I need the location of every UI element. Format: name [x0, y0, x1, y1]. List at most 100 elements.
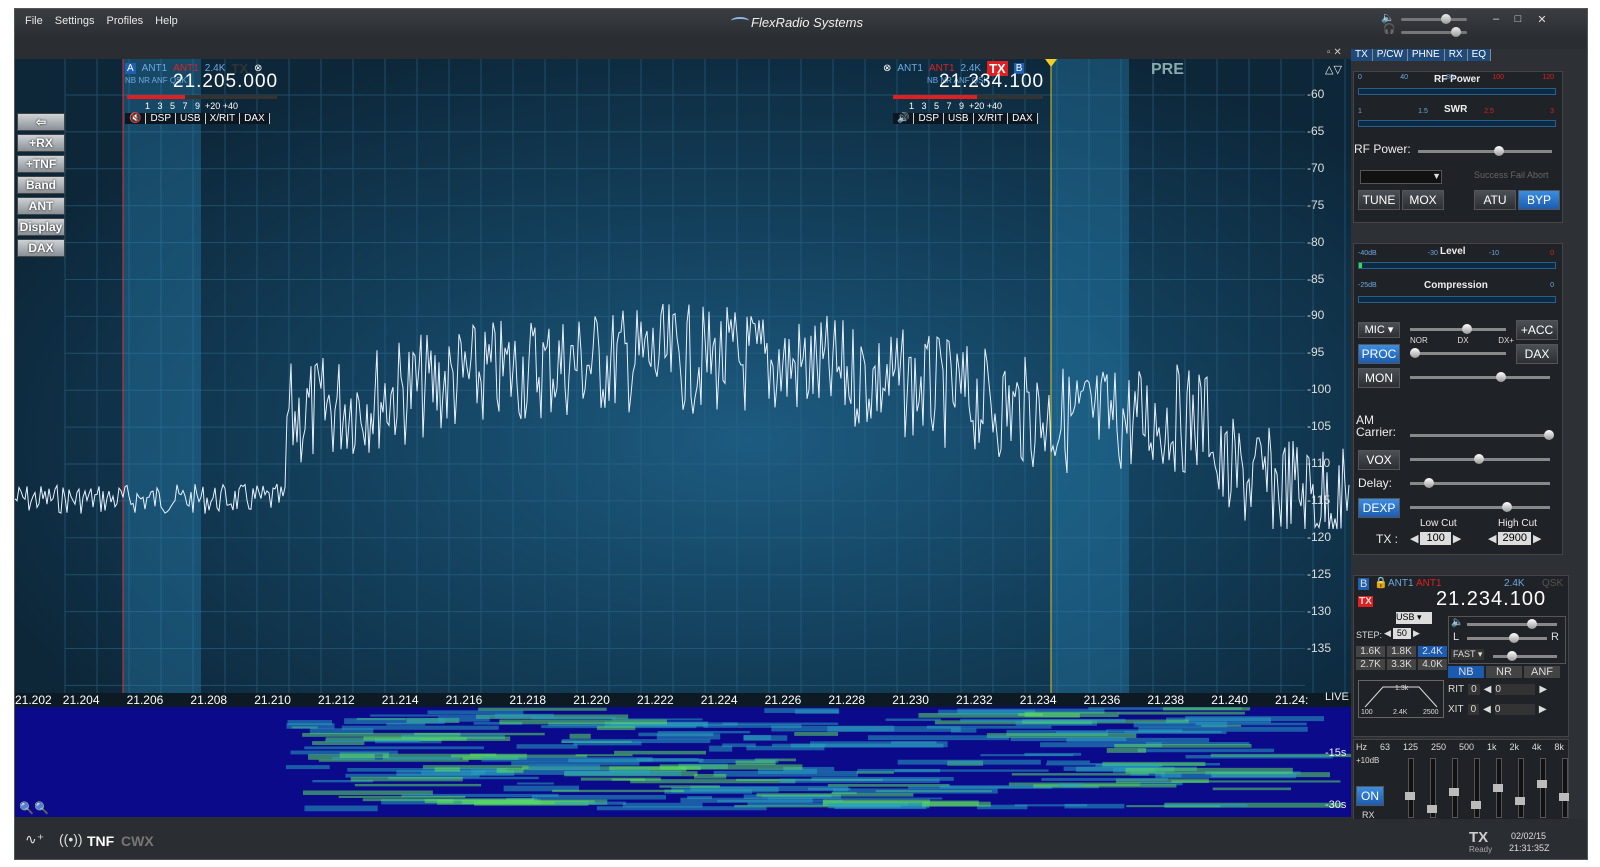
db-scale-label[interactable]: -75 [1307, 198, 1324, 212]
xit-offset[interactable]: 0 [1494, 704, 1535, 715]
add-tnf-button[interactable]: +TNF [17, 155, 65, 173]
slice-b-volume-icon[interactable]: 🔊 [893, 113, 915, 124]
zoom-icons[interactable]: 🔍🔍 [19, 801, 49, 815]
eq-band-slider[interactable] [1515, 758, 1525, 818]
db-scale-label[interactable]: -135 [1307, 641, 1331, 655]
slice-b-frequency[interactable]: 21.234.100 [939, 71, 1044, 93]
rx-filter-2-7k[interactable]: 2.7K [1356, 659, 1385, 670]
dax-tx-button[interactable]: DAX [1516, 344, 1558, 364]
db-scale-label[interactable]: -95 [1307, 345, 1324, 359]
tnf-toggle[interactable]: TNF [87, 833, 114, 849]
rx-filter-2-4k[interactable]: 2.4K [1418, 646, 1447, 657]
tx-profile-select[interactable]: ▼ [1360, 170, 1442, 184]
rit-offset[interactable]: 0 [1495, 684, 1536, 695]
rx-volume-icon[interactable]: 🔈 [1451, 617, 1463, 628]
dexp-button[interactable]: DEXP [1358, 498, 1400, 518]
waveform-icon[interactable]: ∿⁺ [25, 831, 44, 848]
am-carrier-slider[interactable] [1410, 430, 1554, 440]
tune-button[interactable]: TUNE [1358, 190, 1400, 210]
rx-anf-button[interactable]: ANF [1524, 666, 1560, 678]
rx-filter-graph[interactable]: 1.3k 100 2.4K 2500 [1358, 680, 1444, 718]
tab-rx[interactable]: RX [1444, 49, 1468, 61]
high-cut-stepper[interactable]: ◀ 2900 ▶ [1488, 532, 1541, 545]
db-scale-label[interactable]: -120 [1307, 530, 1331, 544]
db-scale-label[interactable]: -70 [1307, 161, 1324, 175]
low-cut-right-icon[interactable]: ▶ [1453, 532, 1461, 545]
rx-nb-button[interactable]: NB [1448, 666, 1484, 678]
mic-select[interactable]: MIC ▾ [1358, 322, 1400, 338]
rx-filter-4-0k[interactable]: 4.0K [1418, 659, 1447, 670]
db-scale-label[interactable]: -125 [1307, 567, 1331, 581]
slice-a-dax[interactable]: DAX [240, 113, 270, 124]
rit-value[interactable]: 0 [1468, 684, 1480, 695]
mox-button[interactable]: MOX [1402, 190, 1444, 210]
eq-band-slider[interactable] [1427, 758, 1437, 818]
frequency-axis[interactable]: 21.202 21.204 21.206 21.208 21.210 21.212 21.2… [15, 693, 1351, 707]
eq-band-slider[interactable] [1405, 758, 1415, 818]
vox-button[interactable]: VOX [1358, 450, 1400, 470]
slice-a-xrit[interactable]: X/RIT [206, 113, 241, 124]
xit-right-icon[interactable]: ▶ [1539, 704, 1547, 715]
rx-ant-rx[interactable]: ANT1 [1388, 578, 1414, 589]
rit-right-icon[interactable]: ▶ [1539, 684, 1547, 695]
mic-gain-slider[interactable] [1410, 324, 1506, 334]
minimize-button[interactable]: – [1487, 13, 1505, 27]
xit-button[interactable]: XIT [1448, 704, 1464, 715]
rx-agc-slider[interactable] [1493, 651, 1557, 661]
rit-button[interactable]: RIT [1448, 684, 1464, 695]
antenna-icon[interactable]: ((•)) [59, 831, 83, 847]
slice-a-frequency[interactable]: 21.205.000 [173, 71, 278, 93]
db-scale-label[interactable]: -100 [1307, 382, 1331, 396]
master-volume-slider[interactable] [1401, 14, 1467, 24]
close-button[interactable]: ✕ [1533, 13, 1551, 27]
eq-on-button[interactable]: ON [1356, 786, 1384, 806]
rx-step-left-icon[interactable]: ◀ [1384, 628, 1391, 639]
rx-filter-3-3k[interactable]: 3.3K [1387, 659, 1416, 670]
db-scale-label[interactable]: -65 [1307, 124, 1324, 138]
low-cut-stepper[interactable]: ◀ 100 ▶ [1410, 532, 1461, 545]
db-scale-label[interactable]: -130 [1307, 604, 1331, 618]
ant-button[interactable]: ANT [17, 197, 65, 215]
menu-profiles[interactable]: Profiles [106, 15, 143, 27]
rx-tx-badge[interactable]: TX [1358, 596, 1373, 607]
slice-a-letter[interactable]: A [125, 63, 136, 74]
low-cut-value[interactable]: 100 [1420, 532, 1451, 545]
waterfall-display[interactable]: -15s -30s 🔍🔍 [15, 707, 1351, 817]
slice-a-flag[interactable]: A ANT1 ANT1 2.4K TX ⊗ NB NR ANF QSK 21.2… [125, 61, 291, 124]
rx-step-right-icon[interactable]: ▶ [1413, 628, 1420, 639]
rx-pan-slider[interactable] [1467, 633, 1547, 643]
rx-frequency[interactable]: 21.234.100 [1436, 588, 1546, 611]
mon-button[interactable]: MON [1358, 368, 1400, 388]
low-cut-left-icon[interactable]: ◀ [1410, 532, 1418, 545]
xit-left-icon[interactable]: ◀ [1483, 704, 1491, 715]
tab-eq[interactable]: EQ [1467, 49, 1492, 61]
rx-filter-1-6k[interactable]: 1.6K [1356, 646, 1385, 657]
menu-file[interactable]: File [25, 15, 43, 27]
tab-tx[interactable]: TX [1351, 49, 1373, 61]
rx-mode-select[interactable]: USB ▾ [1396, 612, 1432, 624]
maximize-button[interactable]: □ [1509, 13, 1527, 27]
db-scale-label[interactable]: -85 [1307, 272, 1324, 286]
slice-b-dsp[interactable]: DSP [914, 113, 945, 124]
collapse-arrow-button[interactable]: ⇦ [17, 113, 65, 131]
rf-power-slider[interactable] [1418, 146, 1552, 156]
slice-a-dsp[interactable]: DSP [146, 113, 177, 124]
headphone-volume-slider[interactable] [1401, 27, 1467, 37]
db-scale-label[interactable]: -60 [1307, 87, 1324, 101]
proc-button[interactable]: PROC [1358, 344, 1400, 364]
eq-band-slider[interactable] [1471, 758, 1481, 818]
db-scale-label[interactable]: -90 [1307, 308, 1324, 322]
zoom-arrows[interactable]: △▽ [1325, 63, 1342, 76]
rx-step-stepper[interactable]: ◀ 50 ▶ [1384, 628, 1420, 639]
db-scale-label[interactable]: -105 [1307, 419, 1331, 433]
db-scale-label[interactable]: -115 [1307, 493, 1330, 507]
eq-band-slider[interactable] [1493, 758, 1503, 818]
tab-pcw[interactable]: P/CW [1372, 49, 1408, 61]
panadapter[interactable]: PRE △▽ -60 -65 -70 -75 -80 -85 -90 -95 -100 -105 -… [15, 59, 1351, 817]
band-button[interactable]: Band [17, 176, 65, 194]
dax-button[interactable]: DAX [17, 239, 65, 257]
rx-agc-select[interactable]: FAST ▾ [1451, 649, 1485, 660]
slice-b-close-icon[interactable]: ⊗ [883, 63, 891, 74]
dexp-slider[interactable] [1410, 502, 1550, 512]
slice-b-rx-ant[interactable]: ANT1 [897, 63, 923, 74]
